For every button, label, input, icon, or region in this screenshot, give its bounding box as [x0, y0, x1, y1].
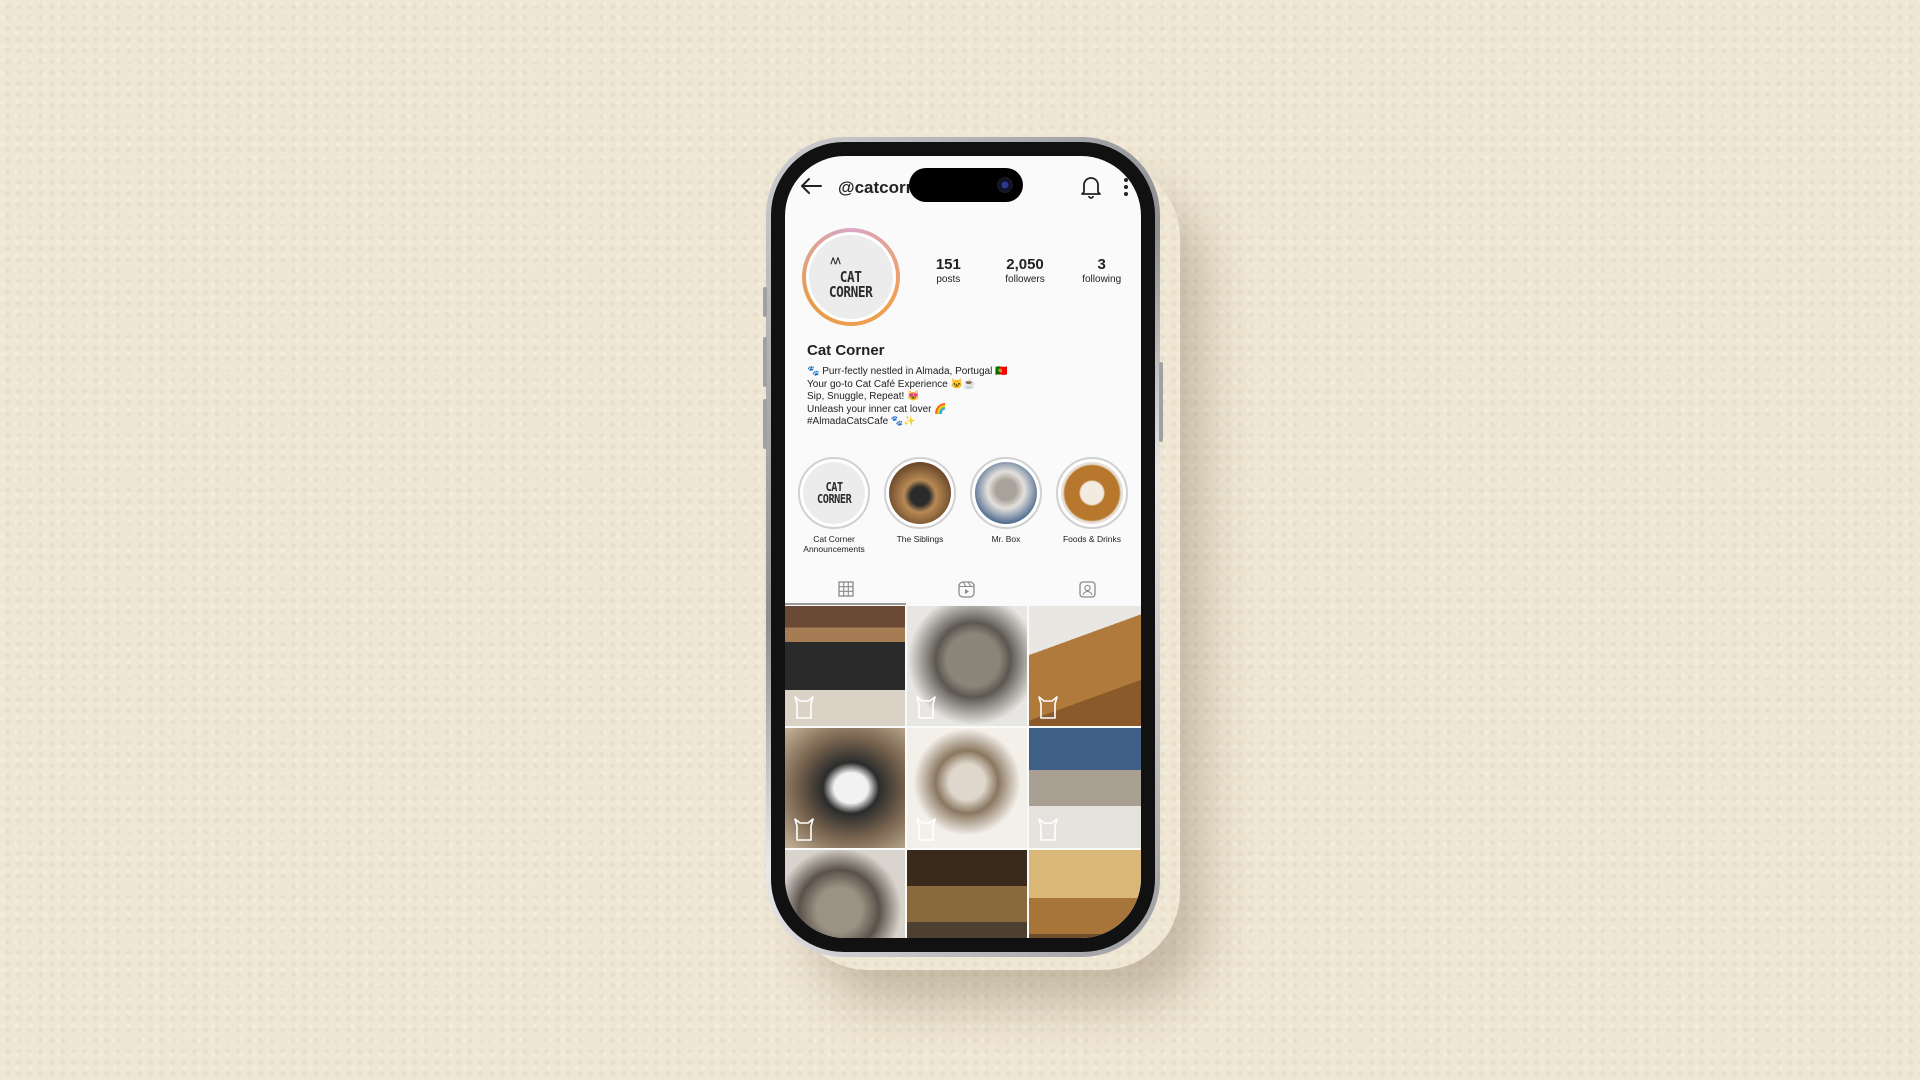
stat-value: 3	[1097, 256, 1106, 273]
highlight-ring	[884, 457, 956, 529]
profile-avatar-ring[interactable]: ᐱᐱ CAT CORNER	[802, 228, 900, 326]
highlight-label: Mr. Box	[991, 534, 1021, 544]
highlight-image	[889, 462, 951, 524]
cat-watermark-icon	[916, 696, 936, 719]
highlight-ring: CAT CORNER	[798, 457, 870, 529]
back-arrow-icon[interactable]	[799, 176, 823, 200]
grid-icon	[837, 581, 854, 597]
phone-bezel: @catcorn ᐱᐱ CAT CORNER 151 posts 2,050 f…	[771, 142, 1155, 952]
screen: @catcorn ᐱᐱ CAT CORNER 151 posts 2,050 f…	[785, 156, 1141, 938]
stat-value: 151	[935, 256, 961, 273]
logo-line-2: CORNER	[829, 282, 873, 301]
phone-frame: @catcorn ᐱᐱ CAT CORNER 151 posts 2,050 f…	[763, 137, 1163, 957]
cat-watermark-icon	[916, 818, 936, 841]
profile-handle: @catcorn	[838, 178, 916, 197]
bio-line: Unleash your inner cat lover 🌈	[807, 403, 947, 415]
cat-watermark-icon	[1038, 818, 1058, 841]
post-thumbnail[interactable]	[785, 728, 905, 848]
bio-line: Your go-to Cat Café Experience 🐱☕	[807, 378, 976, 390]
story-highlights: CAT CORNER Cat Corner Announcements The …	[795, 457, 1140, 557]
avatar: ᐱᐱ CAT CORNER	[806, 232, 896, 322]
highlight-announcements[interactable]: CAT CORNER Cat Corner Announcements	[795, 457, 873, 554]
posts-grid	[785, 606, 1141, 938]
highlight-ring	[1056, 457, 1128, 529]
post-thumbnail[interactable]	[907, 850, 1027, 938]
latte-art-image	[1061, 462, 1123, 524]
highlight-image	[975, 462, 1037, 524]
highlight-label: Cat Corner Announcements	[803, 534, 865, 554]
bio-hashtag[interactable]: #AlmadaCatsCafe 🐾✨	[807, 416, 1127, 429]
more-options-icon[interactable]	[1123, 176, 1129, 200]
post-thumbnail[interactable]	[785, 850, 905, 938]
tab-tagged[interactable]	[1027, 574, 1141, 604]
stat-label: posts	[936, 274, 961, 285]
bio-line: Sip, Snuggle, Repeat! 😻	[807, 391, 920, 403]
phone-volume-up	[763, 337, 767, 387]
post-thumbnail[interactable]	[907, 728, 1027, 848]
profile-stats: 151 posts 2,050 followers 3 following	[910, 256, 1140, 285]
following-count[interactable]: 3 following	[1063, 256, 1140, 285]
logo-line-2: CORNER	[816, 492, 852, 506]
post-thumbnail[interactable]	[1029, 606, 1141, 726]
profile-bio: 🐾 Purr-fectly nestled in Almada, Portuga…	[807, 366, 1127, 429]
cat-watermark-icon	[794, 696, 814, 719]
bio-line: 🐾 Purr-fectly nestled in Almada, Portuga…	[807, 366, 1008, 377]
highlight-label: The Siblings	[896, 534, 944, 544]
cat-corner-logo-icon: CAT CORNER	[803, 462, 865, 524]
bell-icon[interactable]	[1079, 174, 1103, 200]
reels-icon	[958, 580, 975, 598]
profile-name: Cat Corner	[807, 342, 885, 359]
highlight-label: Foods & Drinks	[1062, 534, 1122, 544]
dynamic-island	[909, 168, 1023, 202]
cat-watermark-icon	[794, 818, 814, 841]
phone-power-button	[1159, 362, 1163, 442]
posts-count[interactable]: 151 posts	[910, 256, 987, 285]
profile-tabs	[785, 574, 1141, 605]
post-thumbnail[interactable]	[907, 606, 1027, 726]
post-thumbnail[interactable]	[1029, 728, 1141, 848]
active-tab-indicator	[785, 603, 906, 605]
tagged-icon	[1079, 580, 1096, 598]
phone-volume-down	[763, 399, 767, 449]
post-thumbnail[interactable]	[785, 606, 905, 726]
stat-value: 2,050	[1006, 256, 1044, 273]
highlight-ring	[970, 457, 1042, 529]
post-thumbnail[interactable]	[1029, 850, 1141, 938]
cat-watermark-icon	[1038, 696, 1058, 719]
highlight-mr-box[interactable]: Mr. Box	[967, 457, 1045, 544]
stat-label: following	[1082, 274, 1122, 285]
tab-grid[interactable]	[785, 574, 906, 604]
followers-count[interactable]: 2,050 followers	[987, 256, 1064, 285]
camera-icon	[997, 177, 1013, 193]
phone-side-button	[763, 287, 767, 317]
cat-corner-logo-icon: ᐱᐱ CAT CORNER	[829, 255, 873, 300]
stat-label: followers	[1005, 274, 1045, 285]
tab-reels[interactable]	[906, 574, 1027, 604]
highlight-the-siblings[interactable]: The Siblings	[881, 457, 959, 544]
highlight-foods-drinks[interactable]: Foods & Drinks	[1053, 457, 1131, 544]
